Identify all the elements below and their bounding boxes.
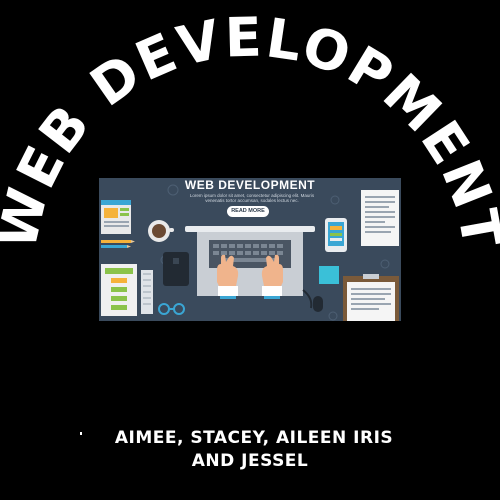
smartphone-icon [325,218,347,252]
read-more-button[interactable]: READ MORE [227,206,269,217]
clipboard-icon [343,274,399,321]
authors-line-2: AND JESSEL [191,451,309,471]
coffee-cup-icon [148,220,174,242]
web-development-banner: WEB DEVELOPMENT Lorem ipsum dolor sit am… [99,178,401,321]
text-document-icon [361,190,399,246]
laptop-icon [185,226,315,296]
sticky-note-icon [319,266,339,284]
website-mockup-icon [101,200,131,234]
authors-line-1: AIMEE, STACEY, AILEEN IRIS [114,428,394,448]
banner-description: Lorem ipsum dolor sit amet, consectetur … [189,193,315,203]
pencils-icon [101,240,135,248]
hard-drive-icon [163,252,189,286]
flowchart-document-icon [101,264,137,316]
banner-title: WEB DEVELOPMENT [184,178,316,192]
glasses-icon [158,303,185,315]
keyboard-icon [141,270,153,314]
mouse-icon [302,289,323,312]
